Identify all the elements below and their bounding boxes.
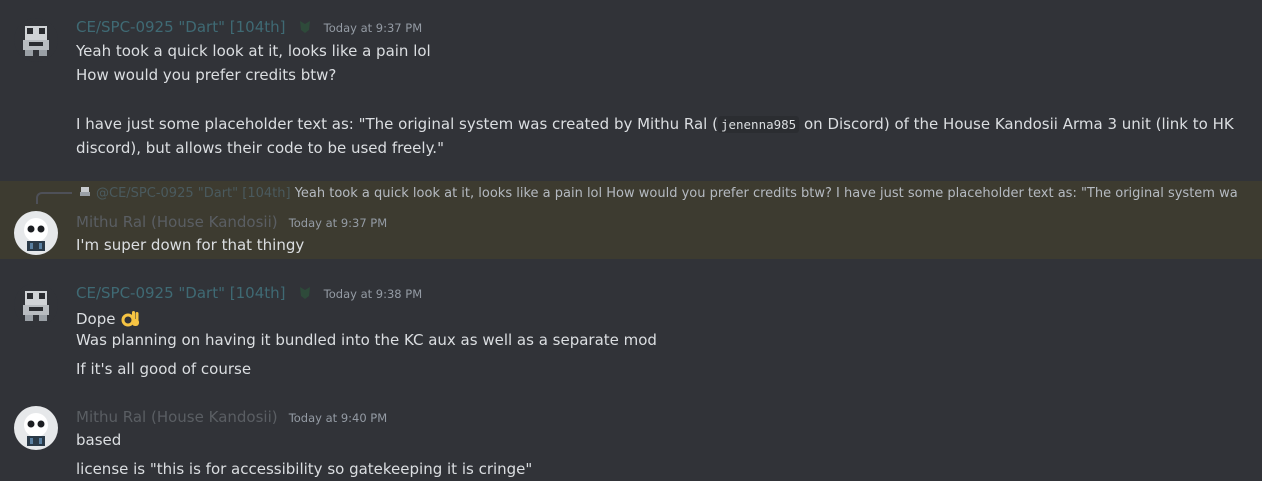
skull-avatar-icon [14,406,58,450]
message-text: I have just some placeholder text as: "T… [76,115,718,133]
robot-avatar-icon [14,283,58,327]
inline-code: jenenna985 [717,116,800,133]
message-line: If it's all good of course [76,360,252,378]
timestamp[interactable]: Today at 9:37 PM [324,21,422,35]
author-name[interactable]: Mithu Ral (House Kandosii) [76,408,278,426]
robot-avatar-icon [14,18,58,62]
reply-preview[interactable]: @CE/SPC-0925 "Dart" [104th] Yeah took a … [78,185,1238,201]
author-name[interactable]: CE/SPC-0925 "Dart" [104th] [76,284,285,302]
message-line: Dope [76,307,142,329]
message-line: Yeah took a quick look at it, looks like… [76,42,431,60]
timestamp[interactable]: Today at 9:40 PM [289,411,387,425]
timestamp[interactable]: Today at 9:38 PM [324,287,422,301]
ok-hand-icon[interactable] [120,307,142,329]
reply-spine [36,192,72,204]
clan-tag-icon [297,19,313,35]
reply-text: Yeah took a quick look at it, looks like… [294,186,1238,201]
mini-avatar-icon [78,185,92,199]
reply-author[interactable]: @CE/SPC-0925 "Dart" [104th] [96,186,291,201]
avatar-mithu[interactable] [14,211,58,255]
message-text: Dope [76,310,116,328]
message-text: on Discord) of the House Kandosii Arma 3… [799,115,1234,133]
message-line: I'm super down for that thingy [76,236,305,254]
message-line: based [76,431,122,449]
clan-tag-icon [297,285,313,301]
message-line: I have just some placeholder text as: "T… [76,115,1234,133]
author-name[interactable]: CE/SPC-0925 "Dart" [104th] [76,18,285,36]
message-line: discord), but allows their code to be us… [76,139,444,157]
timestamp[interactable]: Today at 9:37 PM [289,216,387,230]
avatar-dart[interactable] [14,18,58,62]
avatar-mithu[interactable] [14,406,58,450]
message-line: Was planning on having it bundled into t… [76,331,657,349]
author-name[interactable]: Mithu Ral (House Kandosii) [76,213,278,231]
avatar-dart[interactable] [14,283,58,327]
message-line: license is "this is for accessibility so… [76,460,533,478]
skull-avatar-icon [14,211,58,255]
message-line: How would you prefer credits btw? [76,66,337,84]
